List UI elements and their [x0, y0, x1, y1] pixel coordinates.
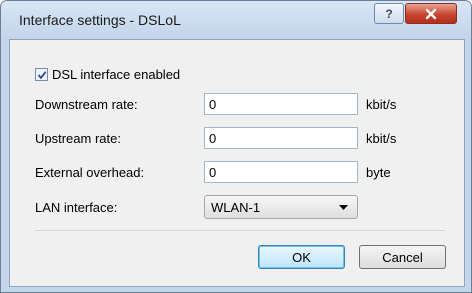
cancel-button[interactable]: Cancel — [359, 245, 446, 269]
external-overhead-input[interactable] — [204, 161, 358, 183]
dsl-enabled-checkbox-row[interactable]: DSL interface enabled — [35, 67, 180, 82]
upstream-rate-label: Upstream rate: — [35, 131, 121, 146]
external-overhead-unit: byte — [366, 165, 391, 180]
chevron-down-icon — [339, 205, 348, 210]
dsl-enabled-checkbox[interactable] — [35, 68, 48, 81]
window-title: Interface settings - DSLoL — [19, 12, 181, 28]
downstream-rate-label: Downstream rate: — [35, 97, 138, 112]
lan-interface-select[interactable]: WLAN-1 — [204, 195, 358, 219]
upstream-rate-unit: kbit/s — [366, 131, 397, 146]
title-bar[interactable]: Interface settings - DSLoL ? — [1, 1, 471, 39]
lan-interface-selected-value: WLAN-1 — [211, 199, 261, 215]
ok-button[interactable]: OK — [258, 245, 345, 269]
close-button[interactable] — [405, 3, 457, 24]
divider — [35, 230, 445, 231]
help-icon: ? — [385, 6, 393, 21]
close-icon — [425, 8, 437, 19]
external-overhead-label: External overhead: — [35, 165, 145, 180]
upstream-rate-input[interactable] — [204, 127, 358, 149]
help-button[interactable]: ? — [374, 3, 404, 24]
dsl-enabled-label: DSL interface enabled — [52, 67, 181, 82]
downstream-rate-input[interactable] — [204, 93, 358, 115]
check-icon — [37, 70, 46, 79]
dialog-content: DSL interface enabled Downstream rate: k… — [9, 39, 465, 287]
lan-interface-label: LAN interface: — [35, 200, 118, 215]
downstream-rate-unit: kbit/s — [366, 97, 397, 112]
dialog-window: Interface settings - DSLoL ? DSL interfa… — [0, 0, 472, 293]
